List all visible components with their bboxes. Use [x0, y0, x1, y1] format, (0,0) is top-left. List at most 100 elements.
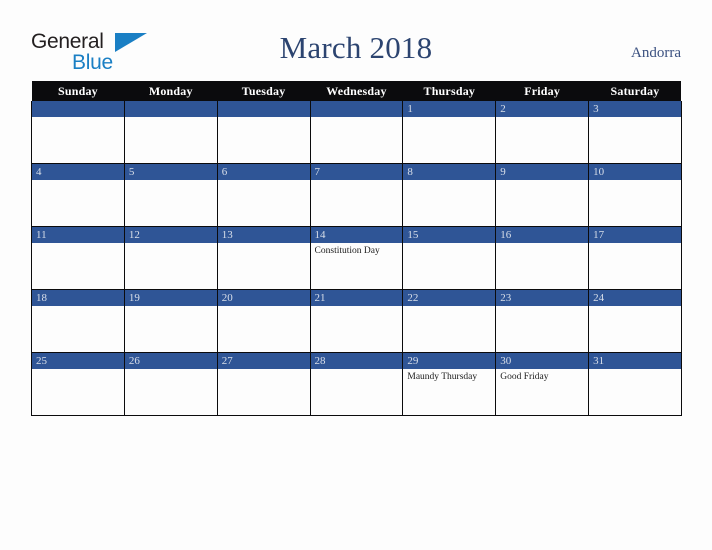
- calendar-day-cell[interactable]: 1: [402, 101, 497, 164]
- calendar-day-cell[interactable]: 29 Maundy Thursday: [402, 352, 497, 416]
- calendar-day-cell[interactable]: 27: [216, 352, 311, 416]
- day-number: 22: [403, 290, 496, 306]
- calendar-empty-cell: [216, 101, 311, 164]
- calendar-day-cell[interactable]: 13: [216, 226, 311, 290]
- calendar-day-cell[interactable]: 5: [123, 163, 218, 227]
- day-number: [32, 101, 124, 117]
- day-cell-content: [217, 101, 310, 163]
- day-cell-content: 25: [32, 353, 124, 415]
- day-cell-content: [124, 101, 217, 163]
- calendar-day-cell[interactable]: 10: [588, 163, 682, 227]
- calendar-day-cell[interactable]: 22: [402, 289, 497, 353]
- day-number: 16: [496, 227, 589, 243]
- day-number: 23: [496, 290, 589, 306]
- calendar-day-cell[interactable]: 18: [31, 289, 125, 353]
- day-cell-content: 21: [310, 290, 403, 352]
- day-number: 1: [403, 101, 496, 117]
- calendar-day-cell[interactable]: 11: [31, 226, 125, 290]
- calendar-day-cell[interactable]: 2: [495, 101, 590, 164]
- day-cell-content: 12: [124, 227, 217, 289]
- day-number: 17: [589, 227, 681, 243]
- day-number: 25: [32, 353, 124, 369]
- day-cell-content: 19: [124, 290, 217, 352]
- day-number: 13: [217, 227, 310, 243]
- calendar-body: 1 2 3 4 5 6 7 8 9 10 11 12 13 14 Constitution Day 15 16 1…: [31, 101, 682, 416]
- day-number: 5: [124, 164, 217, 180]
- day-number: [310, 101, 403, 117]
- calendar-empty-cell: [123, 101, 218, 164]
- holiday-label: Constitution Day: [314, 246, 380, 256]
- day-number: 20: [217, 290, 310, 306]
- calendar-page: General Blue March 2018 Andorra Sunday Mo…: [0, 0, 712, 550]
- day-cell-content: 4: [32, 164, 124, 226]
- holiday-label: Good Friday: [500, 372, 549, 382]
- calendar-day-cell[interactable]: 17: [588, 226, 682, 290]
- day-cell-content: 8: [403, 164, 496, 226]
- day-cell-content: [310, 101, 403, 163]
- calendar-day-cell[interactable]: 16: [495, 226, 590, 290]
- calendar-day-cell[interactable]: 21: [309, 289, 404, 353]
- day-cell-content: 9: [496, 164, 589, 226]
- day-number: 18: [32, 290, 124, 306]
- calendar-day-cell[interactable]: 15: [402, 226, 497, 290]
- day-cell-content: 6: [217, 164, 310, 226]
- day-cell-content: 31: [589, 353, 681, 415]
- day-cell-content: 30 Good Friday: [496, 353, 589, 415]
- day-cell-content: 2: [496, 101, 589, 163]
- calendar-day-cell[interactable]: 9: [495, 163, 590, 227]
- calendar-day-cell[interactable]: 3: [588, 101, 682, 164]
- weekday-header-thursday: Thursday: [402, 81, 496, 101]
- calendar-week-row: 18 19 20 21 22 23 24: [31, 289, 682, 353]
- day-number: 28: [310, 353, 403, 369]
- day-number: 8: [403, 164, 496, 180]
- calendar-day-cell[interactable]: 20: [216, 289, 311, 353]
- calendar-day-cell[interactable]: 8: [402, 163, 497, 227]
- day-number: 12: [124, 227, 217, 243]
- calendar-day-cell[interactable]: 23: [495, 289, 590, 353]
- weekday-header-friday: Friday: [495, 81, 589, 101]
- day-events: Maundy Thursday: [403, 369, 495, 383]
- day-number: 30: [496, 353, 589, 369]
- day-number: 24: [589, 290, 681, 306]
- weekday-header-sunday: Sunday: [31, 81, 125, 101]
- day-cell-content: 16: [496, 227, 589, 289]
- calendar-day-cell[interactable]: 30 Good Friday: [495, 352, 590, 416]
- holiday-label: Maundy Thursday: [407, 372, 478, 382]
- country-label: Andorra: [631, 45, 681, 61]
- day-number: 11: [32, 227, 124, 243]
- calendar-day-cell[interactable]: 31: [588, 352, 682, 416]
- day-number: 14: [310, 227, 403, 243]
- day-cell-content: 28: [310, 353, 403, 415]
- day-number: 19: [124, 290, 217, 306]
- weekday-header-tuesday: Tuesday: [217, 81, 311, 101]
- day-number: 6: [217, 164, 310, 180]
- day-number: 29: [403, 353, 496, 369]
- day-number: 15: [403, 227, 496, 243]
- day-number: 2: [496, 101, 589, 117]
- calendar-day-cell[interactable]: 28: [309, 352, 404, 416]
- day-cell-content: 7: [310, 164, 403, 226]
- day-cell-content: 24: [589, 290, 681, 352]
- calendar-day-cell[interactable]: 14 Constitution Day: [309, 226, 404, 290]
- day-cell-content: 13: [217, 227, 310, 289]
- day-cell-content: 17: [589, 227, 681, 289]
- calendar-day-cell[interactable]: 12: [123, 226, 218, 290]
- day-cell-content: 20: [217, 290, 310, 352]
- day-cell-content: 29 Maundy Thursday: [403, 353, 496, 415]
- page-header: General Blue March 2018 Andorra: [0, 0, 712, 80]
- calendar-day-cell[interactable]: 26: [123, 352, 218, 416]
- calendar-day-cell[interactable]: 7: [309, 163, 404, 227]
- calendar-day-cell[interactable]: 6: [216, 163, 311, 227]
- calendar-week-row: 11 12 13 14 Constitution Day 15 16 17: [31, 226, 682, 290]
- day-events: Constitution Day: [311, 243, 403, 257]
- calendar-day-cell[interactable]: 19: [123, 289, 218, 353]
- calendar-day-cell[interactable]: 4: [31, 163, 125, 227]
- day-cell-content: 1: [403, 101, 496, 163]
- day-cell-content: 11: [32, 227, 124, 289]
- day-cell-content: 3: [589, 101, 681, 163]
- weekday-header-monday: Monday: [124, 81, 218, 101]
- calendar-table: Sunday Monday Tuesday Wednesday Thursday Frid…: [31, 81, 682, 416]
- calendar-day-cell[interactable]: 24: [588, 289, 682, 353]
- calendar-day-cell[interactable]: 25: [31, 352, 125, 416]
- weekday-header-wednesday: Wednesday: [310, 81, 403, 101]
